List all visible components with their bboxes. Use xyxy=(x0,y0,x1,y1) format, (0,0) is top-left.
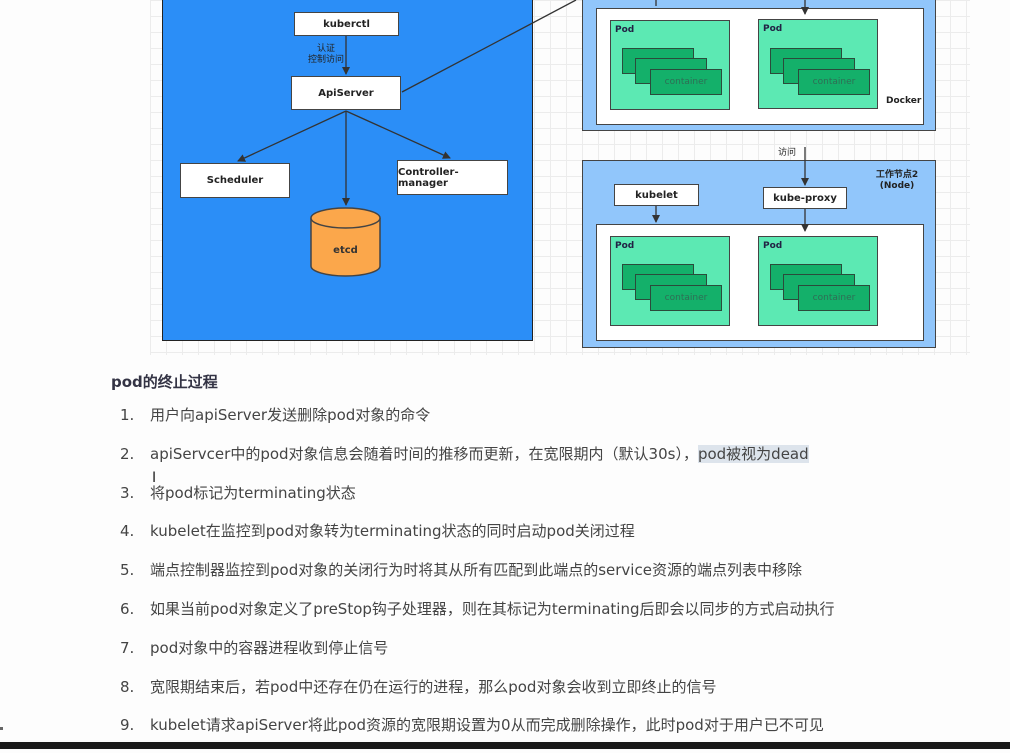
left-edge-marker xyxy=(0,727,3,730)
list-item: 5. 端点控制器监控到pod对象的关闭行为时将其从所有匹配到此端点的service… xyxy=(120,559,834,598)
diagram-connectors xyxy=(237,0,809,232)
step-number: 7. xyxy=(120,638,135,657)
step-number: 2. xyxy=(120,444,135,463)
step-number: 6. xyxy=(120,599,135,618)
arrow-apiserver-scheduler xyxy=(237,110,347,162)
text-cursor-icon: I xyxy=(152,470,157,486)
step-number: 1. xyxy=(120,406,135,424)
section-title: pod的终止过程 xyxy=(111,373,218,391)
selected-text-highlight[interactable]: pod被视为dead xyxy=(697,444,809,463)
step-number: 8. xyxy=(120,677,135,696)
line-apiserver-node1 xyxy=(401,0,577,93)
arrow-apiserver-controller xyxy=(345,110,451,159)
step-number: 4. xyxy=(120,522,135,541)
list-item: 2. apiServcer中的pod对象信息会随着时间的推移而更新，在宽限期内（默… xyxy=(120,443,834,482)
step-text: kubelet请求apiServer将此pod资源的宽限期设置为0从而完成删除操… xyxy=(150,716,824,735)
step-number: 3. xyxy=(120,483,135,502)
step-text: 宽限期结束后，若pod中还存在仍在运行的进程，那么pod对象会收到立即终止的信号 xyxy=(150,677,717,696)
list-item: 3. 将pod标记为terminating状态 xyxy=(120,482,834,521)
list-item: 8. 宽限期结束后，若pod中还存在仍在运行的进程，那么pod对象会收到立即终止的… xyxy=(120,676,834,715)
step-text: 端点控制器监控到pod对象的关闭行为时将其从所有匹配到此端点的service资源… xyxy=(150,561,802,580)
step-number: 5. xyxy=(120,561,135,580)
list-item: 1. 用户向apiServer发送删除pod对象的命令 xyxy=(120,404,834,443)
list-item: 4. kubelet在监控到pod对象转为terminating状态的同时启动po… xyxy=(120,520,834,559)
list-item: 7. pod对象中的容器进程收到停止信号 xyxy=(120,637,834,676)
step-text: kubelet在监控到pod对象转为terminating状态的同时启动pod关… xyxy=(150,522,635,541)
step-text: apiServcer中的pod对象信息会随着时间的推移而更新，在宽限期内（默认3… xyxy=(150,444,698,463)
step-number: 9. xyxy=(120,716,135,735)
step-text: 将pod标记为terminating状态 xyxy=(150,483,356,502)
bottom-taskbar-edge xyxy=(0,742,1010,749)
step-text: 用户向apiServer发送删除pod对象的命令 xyxy=(150,406,431,424)
k8s-architecture-diagram: kuberctl 认证 控制访问 ApiServer Scheduler Con… xyxy=(0,0,1010,360)
step-text: pod对象中的容器进程收到停止信号 xyxy=(150,638,389,657)
termination-steps-list: 1. 用户向apiServer发送删除pod对象的命令 2. apiServcer中… xyxy=(120,404,834,753)
list-item: 6. 如果当前pod对象定义了preStop钩子处理器，则在其标记为termina… xyxy=(120,598,834,637)
step-text: 如果当前pod对象定义了preStop钩子处理器，则在其标记为terminati… xyxy=(150,599,835,618)
